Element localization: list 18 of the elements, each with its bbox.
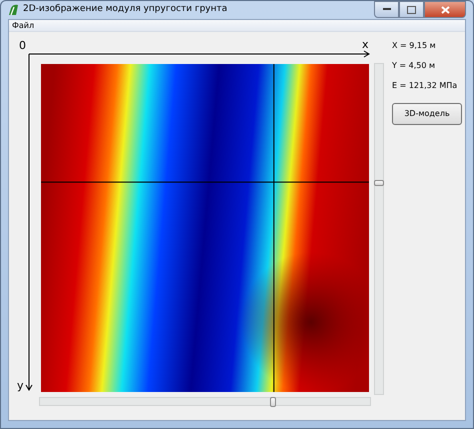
close-icon: [440, 6, 450, 14]
minimize-icon: [382, 8, 390, 11]
menu-item[interactable]: Файл: [12, 20, 34, 30]
window-title: 2D-изображение модуля упругости грунта: [23, 3, 228, 16]
leaf-icon: [8, 4, 19, 16]
readout-text: E = 121,32 МПа: [392, 81, 458, 91]
close-button[interactable]: [424, 1, 466, 18]
x-axis-label: x: [362, 38, 369, 51]
readout-text: Y = 4,50 м: [392, 61, 436, 71]
slider-thumb[interactable]: [270, 397, 276, 407]
minimize-button[interactable]: [374, 1, 399, 18]
origin-label: 0: [19, 39, 26, 52]
slider-thumb[interactable]: [374, 180, 384, 186]
readout-text: X = 9,15 м: [392, 41, 437, 51]
maximize-icon: [407, 6, 416, 14]
maximize-button[interactable]: [399, 1, 424, 18]
model-3d-button[interactable]: 3D-модель: [392, 103, 462, 125]
y-axis-label: y: [17, 379, 24, 392]
